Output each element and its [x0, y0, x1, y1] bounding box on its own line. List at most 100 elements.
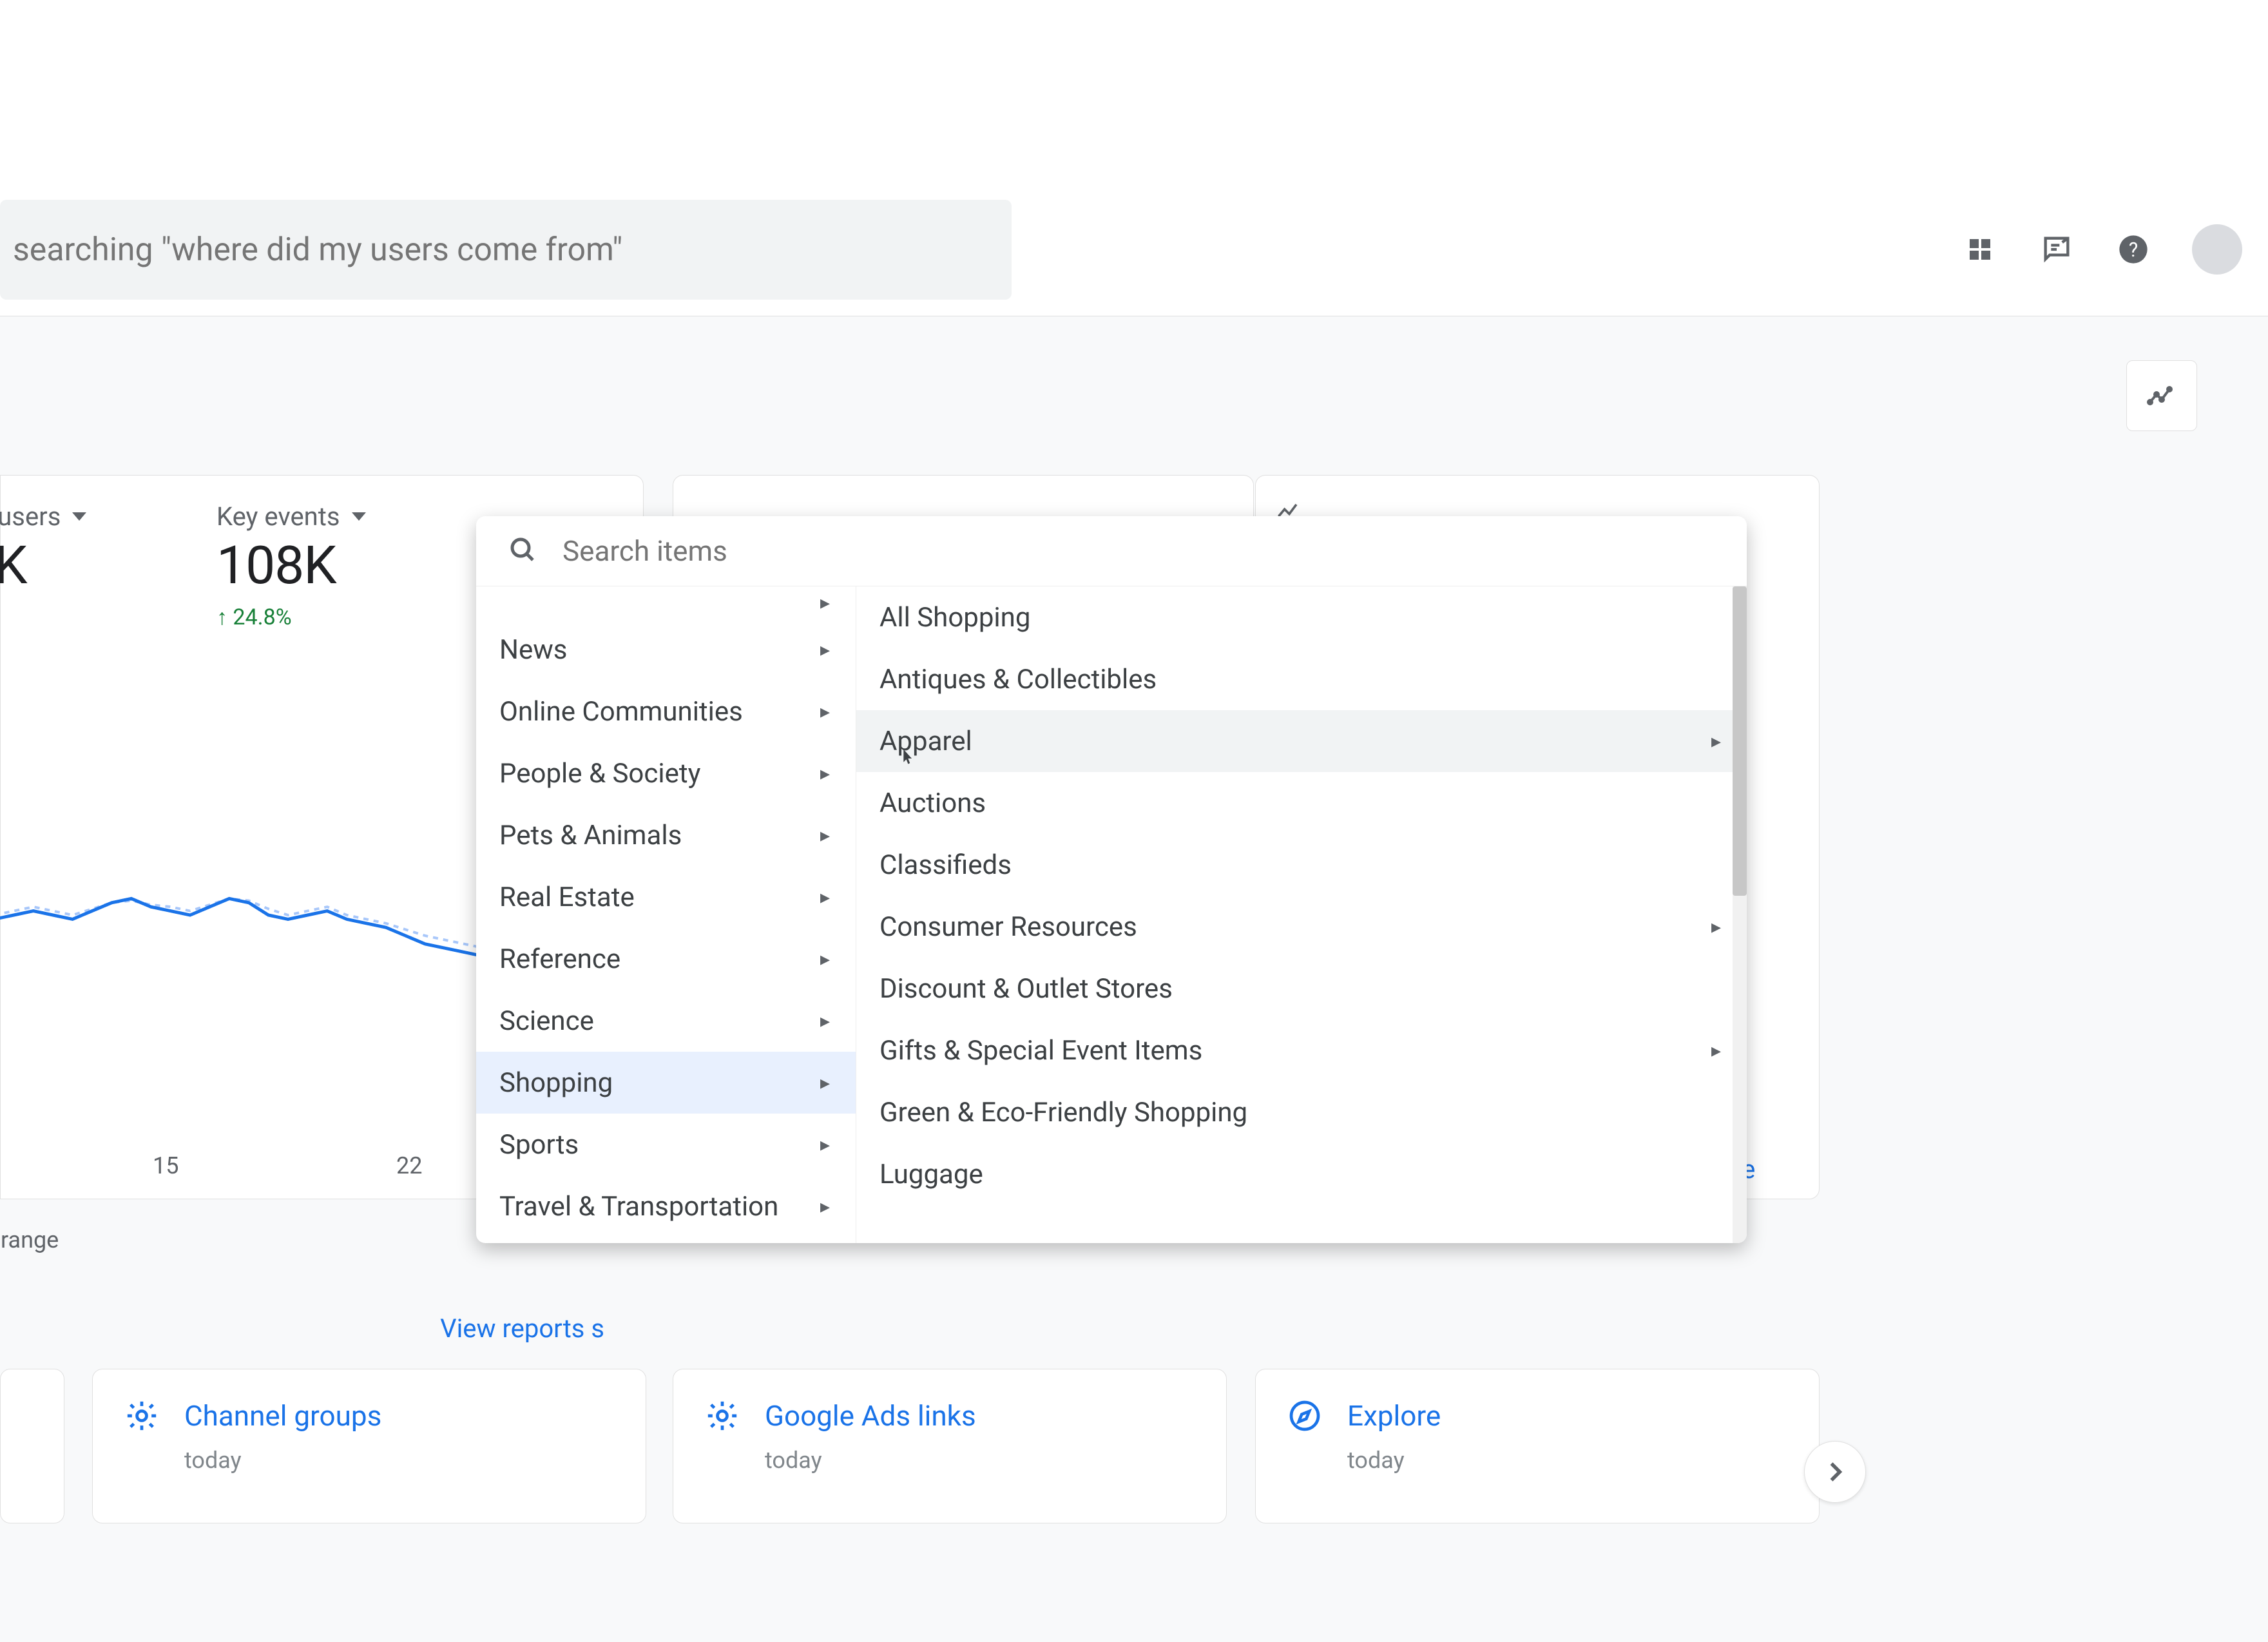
category-label: Sports: [499, 1129, 579, 1161]
subcategory-label: Discount & Outlet Stores: [879, 973, 1173, 1005]
category-label: Pets & Animals: [499, 820, 682, 851]
popover-search-input[interactable]: [562, 534, 1716, 568]
metric-label: Key events: [216, 501, 340, 532]
recent-cards-row: Channel groups today Google Ads links to…: [0, 1369, 2268, 1534]
subcategory-label: Auctions: [879, 787, 986, 819]
global-search-bar[interactable]: [0, 200, 1012, 300]
global-search-input[interactable]: [13, 231, 1012, 269]
recent-card-partial[interactable]: [0, 1369, 64, 1523]
chevron-right-icon: ▸: [820, 1195, 830, 1218]
subcategory-item[interactable]: All Shopping: [856, 586, 1747, 648]
cards-next-button[interactable]: [1804, 1441, 1866, 1503]
caret-down-icon: [352, 512, 366, 521]
category-label: Shopping: [499, 1067, 613, 1099]
subcategory-label: Consumer Resources: [879, 911, 1137, 943]
subcategory-label: Apparel: [879, 726, 972, 757]
metric-delta: ↑ 24.8%: [216, 604, 366, 630]
chevron-right-icon: ▸: [820, 886, 830, 909]
chevron-right-icon: ▸: [820, 700, 830, 723]
subcategory-item[interactable]: Consumer Resources ▸: [856, 896, 1747, 958]
chevron-right-icon: ▸: [820, 592, 830, 614]
x-tick: 22: [396, 1152, 422, 1179]
chevron-right-icon: ▸: [820, 762, 830, 785]
chevron-right-icon: ▸: [1711, 1039, 1721, 1062]
category-item[interactable]: Sports ▸: [476, 1114, 856, 1175]
category-item[interactable]: Real Estate ▸: [476, 866, 856, 928]
chevron-right-icon: ▸: [820, 1010, 830, 1032]
subcategory-item[interactable]: Apparel▸: [856, 710, 1747, 772]
subcategory-label: All Shopping: [879, 602, 1030, 633]
category-label: Real Estate: [499, 882, 635, 913]
apps-icon[interactable]: [1962, 231, 1998, 267]
subcategory-label: Classifieds: [879, 849, 1012, 881]
category-item[interactable]: Online Communities ▸: [476, 681, 856, 742]
feedback-icon[interactable]: [2039, 231, 2075, 267]
category-item[interactable]: People & Society ▸: [476, 742, 856, 804]
subcategory-label: Luggage: [879, 1159, 983, 1190]
recent-card-explore[interactable]: Explore today: [1255, 1369, 1820, 1523]
category-label: Science: [499, 1005, 594, 1037]
chevron-right-icon: ▸: [820, 948, 830, 971]
scrollbar-thumb[interactable]: [1733, 586, 1747, 896]
popover-search-row: [476, 516, 1747, 586]
card-title: Explore: [1347, 1399, 1441, 1433]
subcategory-label: Green & Eco-Friendly Shopping: [879, 1097, 1247, 1128]
chevron-right-icon: ▸: [820, 639, 830, 661]
subcategory-item[interactable]: Discount & Outlet Stores: [856, 958, 1747, 1019]
gear-icon: [704, 1398, 740, 1434]
subcategory-item[interactable]: Green & Eco-Friendly Shopping: [856, 1081, 1747, 1143]
card-subtitle: today: [1347, 1447, 1788, 1474]
subcategory-item[interactable]: Classifieds: [856, 834, 1747, 896]
category-item[interactable]: News ▸: [476, 619, 856, 681]
category-item-truncated[interactable]: ▸: [476, 586, 856, 619]
category-item[interactable]: Science ▸: [476, 990, 856, 1052]
card-subtitle: today: [184, 1447, 615, 1474]
date-range-label: range: [1, 1226, 59, 1253]
category-label: Travel & Transportation: [499, 1191, 778, 1222]
category-item[interactable]: Shopping ▸: [476, 1052, 856, 1114]
chevron-right-icon: ▸: [1711, 916, 1721, 938]
category-label: News: [499, 634, 567, 666]
subcategory-label: Gifts & Special Event Items: [879, 1035, 1202, 1067]
recent-card-channel-groups[interactable]: Channel groups today: [92, 1369, 646, 1523]
subcategory-item[interactable]: Auctions: [856, 772, 1747, 834]
explore-icon: [1287, 1398, 1323, 1434]
header-icon-row: ?: [1962, 224, 2242, 275]
card-title: Google Ads links: [765, 1399, 976, 1433]
gear-icon: [124, 1398, 160, 1434]
category-item[interactable]: Travel & Transportation ▸: [476, 1175, 856, 1237]
help-icon[interactable]: ?: [2115, 231, 2151, 267]
trend-sparkline: [0, 874, 484, 977]
search-icon: [507, 534, 538, 568]
subcategory-item[interactable]: Antiques & Collectibles: [856, 648, 1747, 710]
category-label: Online Communities: [499, 696, 743, 728]
subcategory-label: Antiques & Collectibles: [879, 664, 1157, 695]
subcategory-item[interactable]: Gifts & Special Event Items ▸: [856, 1019, 1747, 1081]
chevron-right-icon: ▸: [820, 1072, 830, 1094]
insights-button[interactable]: [2126, 360, 2197, 431]
metric-key-events[interactable]: Key events 108K ↑ 24.8%: [216, 501, 366, 630]
scrollbar-track[interactable]: [1733, 586, 1747, 1243]
category-column-2[interactable]: All Shopping Antiques & Collectibles Appar…: [856, 586, 1747, 1243]
category-column-1[interactable]: ▸News▸Online Communities▸People & Societ…: [476, 586, 856, 1243]
metric-value: 108K: [216, 535, 366, 597]
x-tick: 15: [153, 1152, 178, 1179]
chevron-right-icon: ▸: [820, 824, 830, 847]
recent-card-google-ads-links[interactable]: Google Ads links today: [673, 1369, 1227, 1523]
chevron-right-icon: ▸: [820, 1134, 830, 1156]
category-picker-popover: ▸News▸Online Communities▸People & Societ…: [476, 516, 1747, 1243]
account-avatar[interactable]: [2192, 224, 2242, 275]
category-item[interactable]: Pets & Animals ▸: [476, 804, 856, 866]
metric-active-users[interactable]: ve users 2K .9%: [0, 501, 86, 630]
card-subtitle: today: [765, 1447, 1195, 1474]
card-title: Channel groups: [184, 1399, 381, 1433]
page-body: ve users 2K .9% Key events 108K ↑ 24.8%: [0, 316, 2268, 1642]
svg-text:?: ?: [2129, 239, 2138, 262]
metric-value: 2K: [0, 535, 86, 597]
category-label: Reference: [499, 943, 620, 975]
category-item[interactable]: Reference ▸: [476, 928, 856, 990]
subcategory-item[interactable]: Luggage: [856, 1143, 1747, 1205]
category-label: People & Society: [499, 758, 700, 789]
view-reports-link[interactable]: View reports s: [440, 1313, 604, 1344]
metric-label: ve users: [0, 501, 61, 532]
